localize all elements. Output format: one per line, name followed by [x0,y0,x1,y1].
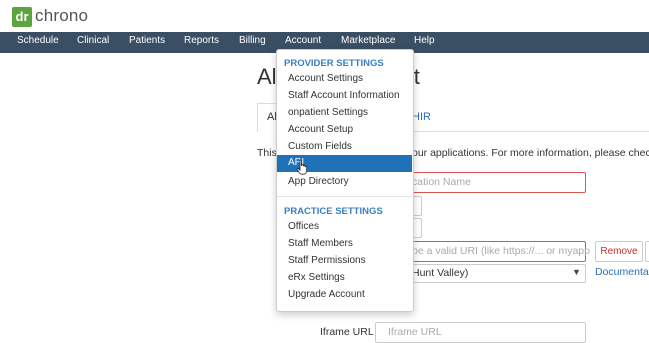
office-select-value: Hunt Valley) [412,267,469,279]
menu-item-erx-settings[interactable]: eRx Settings [288,272,345,283]
hand-cursor-icon [296,159,308,175]
nav-schedule[interactable]: Schedule [17,35,59,46]
nav-marketplace[interactable]: Marketplace [341,35,395,46]
redirect-uri-placeholder: be a valid URI (like https://... or myap… [412,245,590,257]
page-title-left: Al [257,64,277,89]
menu-item-onpatient-settings[interactable]: onpatient Settings [288,107,368,118]
practice-settings-header: PRACTICE SETTINGS [284,206,383,217]
remove-button[interactable]: Remove [595,241,643,262]
menu-item-offices[interactable]: Offices [288,221,319,232]
menu-item-app-directory[interactable]: App Directory [288,176,349,187]
add-uri-button[interactable] [645,241,649,262]
provider-settings-header: PROVIDER SETTINGS [284,58,384,69]
menu-item-account-setup[interactable]: Account Setup [288,124,353,135]
header: dr chrono [0,0,649,32]
menu-item-staff-account-information[interactable]: Staff Account Information [288,90,400,101]
nav-account[interactable]: Account [285,35,321,46]
chevron-down-icon: ▼ [572,267,581,277]
tab-fhir[interactable]: HIR [412,111,431,123]
menu-item-custom-fields[interactable]: Custom Fields [288,141,352,152]
application-name-placeholder: cation Name [412,176,471,188]
intro-text: our applications. For more information, … [412,147,649,159]
iframe-url-placeholder: Iframe URL [388,326,442,338]
documentation-link[interactable]: Documentat [595,266,649,278]
intro-text-start: This [257,147,277,159]
menu-divider [277,196,412,197]
iframe-url-label: Iframe URL [320,326,374,338]
menu-item-staff-members[interactable]: Staff Members [288,238,353,249]
nav-patients[interactable]: Patients [129,35,165,46]
nav-reports[interactable]: Reports [184,35,219,46]
logo-mark[interactable]: dr [12,7,32,27]
menu-item-staff-permissions[interactable]: Staff Permissions [288,255,366,266]
nav-clinical[interactable]: Clinical [77,35,109,46]
menu-item-account-settings[interactable]: Account Settings [288,73,363,84]
menu-item-upgrade-account[interactable]: Upgrade Account [288,289,365,300]
logo-text[interactable]: chrono [35,6,88,26]
nav-billing[interactable]: Billing [239,35,266,46]
nav-help[interactable]: Help [414,35,435,46]
